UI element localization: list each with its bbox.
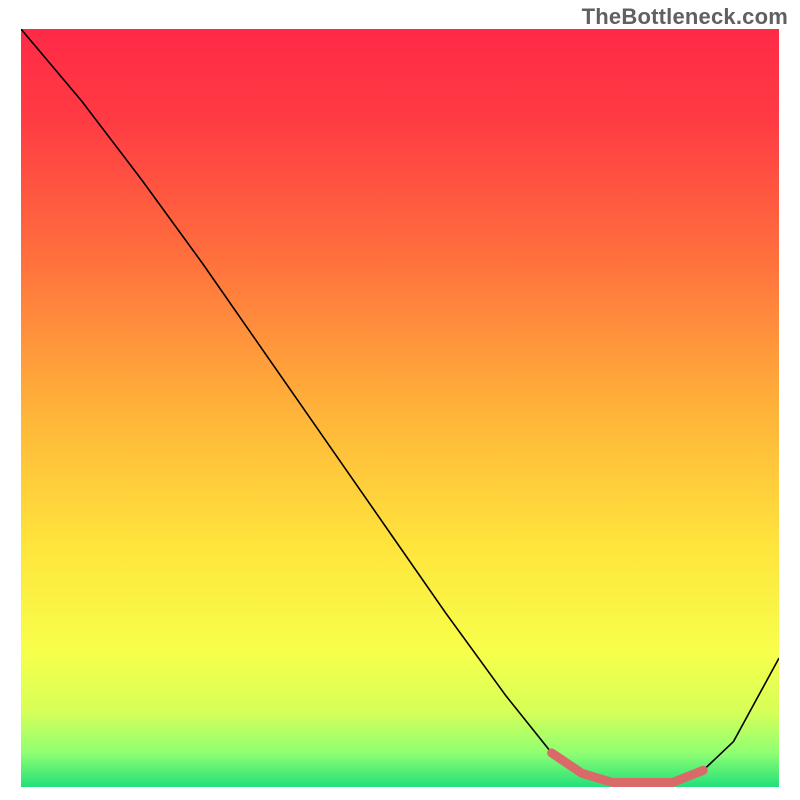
chart-svg [21,29,779,787]
gradient-background [21,29,779,787]
stage: TheBottleneck.com [0,0,800,800]
watermark-text: TheBottleneck.com [582,4,788,30]
plot-area [21,29,779,787]
